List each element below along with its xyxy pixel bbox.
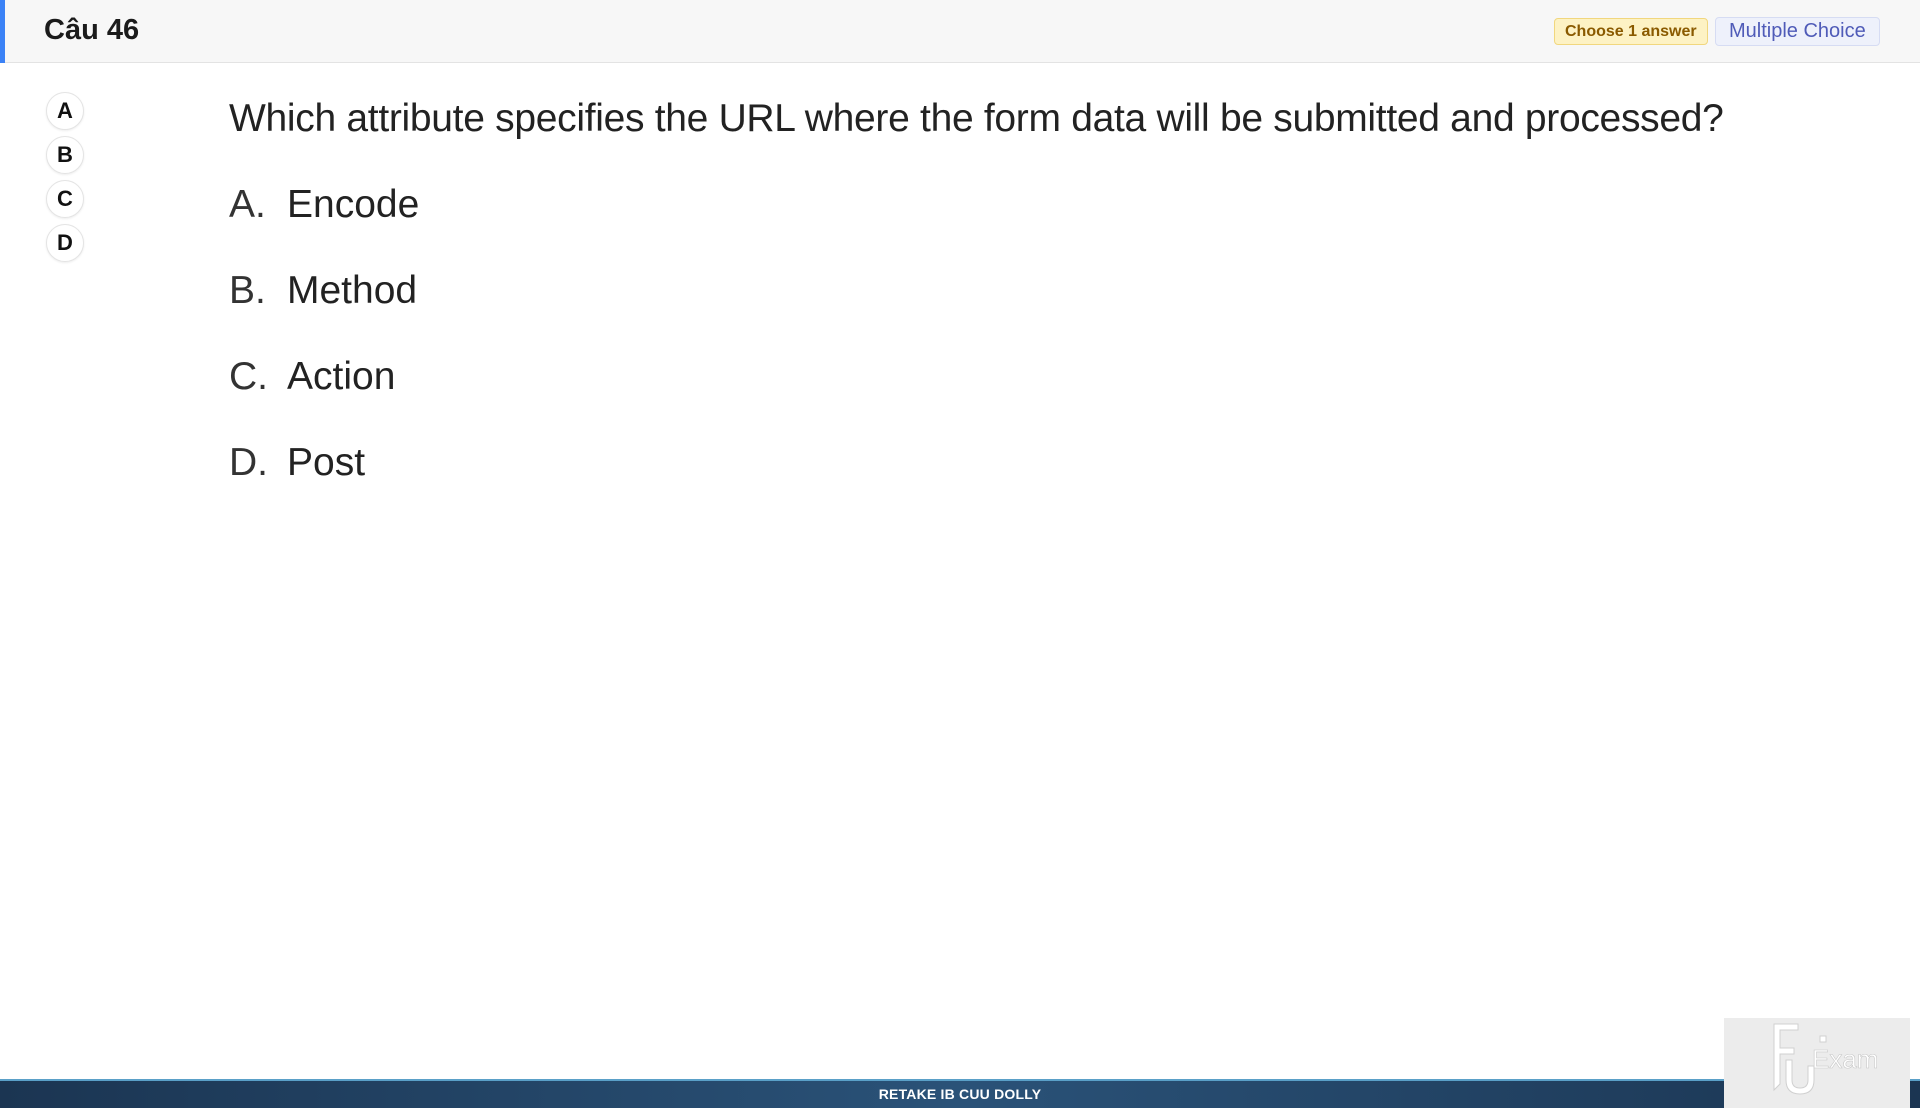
header-accent-bar — [0, 0, 5, 63]
option-list: A. Encode B. Method C. Action D. Post — [229, 182, 419, 526]
answer-selector: A B C D — [46, 92, 86, 268]
answer-choice-a-button[interactable]: A — [46, 92, 84, 130]
logo-text: Exam — [1812, 1044, 1878, 1074]
question-type-badge: Multiple Choice — [1715, 17, 1880, 46]
choose-count-badge: Choose 1 answer — [1554, 18, 1708, 45]
option-text: Encode — [287, 183, 420, 226]
option-text: Method — [287, 269, 418, 312]
page: Câu 46 Choose 1 answer Multiple Choice A… — [0, 0, 1920, 1108]
answer-choice-c-button[interactable]: C — [46, 180, 84, 218]
answer-choice-b-button[interactable]: B — [46, 136, 84, 174]
question-text: Which attribute specifies the URL where … — [229, 97, 1724, 140]
question-header: Câu 46 Choose 1 answer Multiple Choice — [0, 0, 1920, 63]
fu-exam-logo-icon: Exam — [1724, 1018, 1910, 1108]
option-letter: A. — [229, 183, 266, 226]
option-letter: C. — [229, 355, 268, 398]
option-letter: B. — [229, 269, 266, 312]
option-d: D. Post — [229, 440, 419, 526]
question-number: Câu 46 — [44, 14, 140, 46]
footer-text: RETAKE IB CUU DOLLY — [878, 1086, 1042, 1102]
option-b: B. Method — [229, 268, 419, 354]
option-text: Action — [287, 355, 396, 398]
option-c: C. Action — [229, 354, 419, 440]
option-letter: D. — [229, 441, 268, 484]
footer-bar: RETAKE IB CUU DOLLY — [0, 1079, 1920, 1108]
option-a: A. Encode — [229, 182, 419, 268]
option-text: Post — [287, 441, 366, 484]
answer-choice-d-button[interactable]: D — [46, 224, 84, 262]
logo-graphic: Exam — [1773, 1023, 1879, 1095]
